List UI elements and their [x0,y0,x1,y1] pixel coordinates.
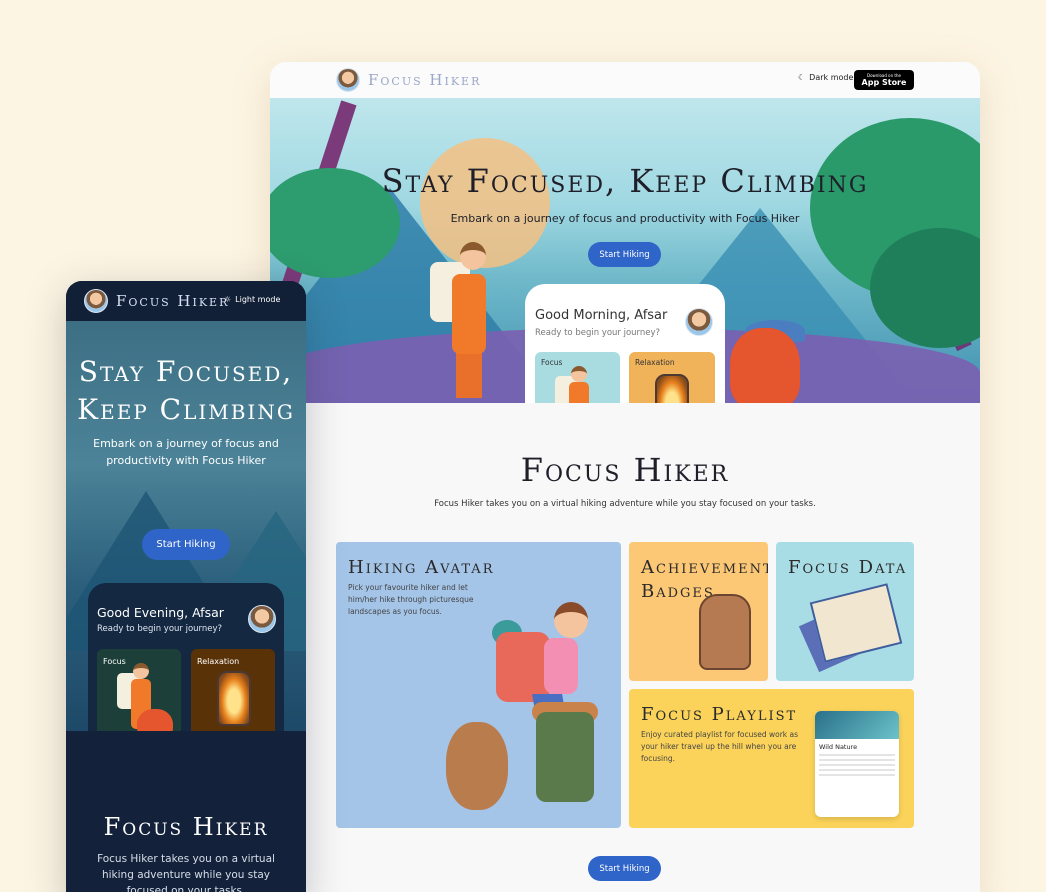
logo-avatar-icon [336,68,360,92]
feature-focus-data: Focus Data [776,542,914,681]
playlist-preview-card: Wild Nature [815,711,899,817]
feature-title: Hiking Avatar [348,557,495,578]
mobile-preview: Focus Hiker ☼ Light mode Stay Focused, K… [66,281,306,892]
mobile-logo[interactable]: Focus Hiker [84,289,229,313]
feature-description: Pick your favourite hiker and let him/he… [348,583,474,616]
app-store-text: App Store [861,78,907,87]
greeting-text: Good Evening, Afsar [97,605,224,620]
hero-subtitle: Embark on a journey of focus and product… [450,212,800,225]
bear-illustration [446,722,508,810]
playlist-cover-image [815,711,899,739]
features-subtitle: Focus Hiker takes you on a virtual hikin… [434,499,816,509]
mobile-hero: Stay Focused, Keep Climbing Embark on a … [66,321,306,783]
features-title: Focus Hiker [103,813,269,841]
feature-hiking-avatar: Hiking Avatar Pick your favourite hiker … [336,542,621,828]
dark-mode-toggle[interactable]: ☾ Dark mode [798,73,853,82]
features-subtitle: Focus Hiker takes you on a virtual hikin… [97,853,275,892]
map-icon [809,583,903,663]
mobile-features-section: Focus Hiker Focus Hiker takes you on a v… [66,731,306,892]
light-mode-label: Light mode [235,295,281,304]
feature-title: Focus Playlist [641,704,798,725]
sun-icon: ☼ [224,295,232,304]
features-title: Focus Hiker [520,451,730,489]
ready-text: Ready to begin your journey? [535,328,661,338]
lantern-icon [655,374,689,403]
app-store-badge[interactable]: Download on the App Store [854,70,914,90]
desktop-preview: Focus Hiker ☾ Dark mode Download on the … [270,62,980,892]
moon-icon: ☾ [798,73,806,82]
feature-achievement-badges: Achievement Badges [629,542,768,681]
hero-subtitle: Embark on a journey of focus and product… [93,437,279,467]
start-hiking-button[interactable]: Start Hiking [588,242,661,267]
user-avatar [685,308,713,336]
feature-title: Focus Data [788,557,908,578]
mobile-navbar: Focus Hiker ☼ Light mode [66,281,306,321]
backpack-icon [699,594,751,670]
hiker-illustration [555,366,605,403]
desktop-hero: Stay Focused, Keep Climbing Embark on a … [270,98,980,403]
playlist-title: Wild Nature [819,743,858,751]
logo-avatar-icon [84,289,108,313]
feature-description: Enjoy curated playlist for focused work … [641,730,799,763]
feature-focus-playlist: Focus Playlist Enjoy curated playlist fo… [629,689,914,828]
dark-mode-label: Dark mode [809,73,854,82]
start-hiking-button[interactable]: Start Hiking [142,529,230,560]
hero-title: Stay Focused, Keep Climbing [381,162,869,200]
relaxation-tile-label: Relaxation [635,358,675,367]
beaver-illustration [730,328,800,403]
hiker-illustration [430,238,510,398]
logo-text: Focus Hiker [116,292,230,310]
light-mode-toggle[interactable]: ☼ Light mode [224,295,280,304]
lantern-icon [217,671,251,726]
logo-text: Focus Hiker [368,71,482,89]
focus-tile[interactable]: Focus [535,352,620,403]
start-hiking-button[interactable]: Start Hiking [588,856,661,881]
relaxation-tile-label: Relaxation [197,657,240,666]
greeting-text: Good Morning, Afsar [535,308,668,323]
hero-title: Stay Focused, Keep Climbing [77,355,295,426]
desktop-logo[interactable]: Focus Hiker [336,68,481,92]
backpack-illustration [536,712,594,802]
desktop-navbar: Focus Hiker ☾ Dark mode Download on the … [270,62,980,98]
user-avatar [248,605,276,633]
features-section: Focus Hiker Focus Hiker takes you on a v… [270,403,980,892]
ready-text: Ready to begin your journey? [97,624,223,634]
relaxation-tile[interactable]: Relaxation [629,352,715,403]
app-preview-card: Good Morning, Afsar Ready to begin your … [525,284,725,403]
